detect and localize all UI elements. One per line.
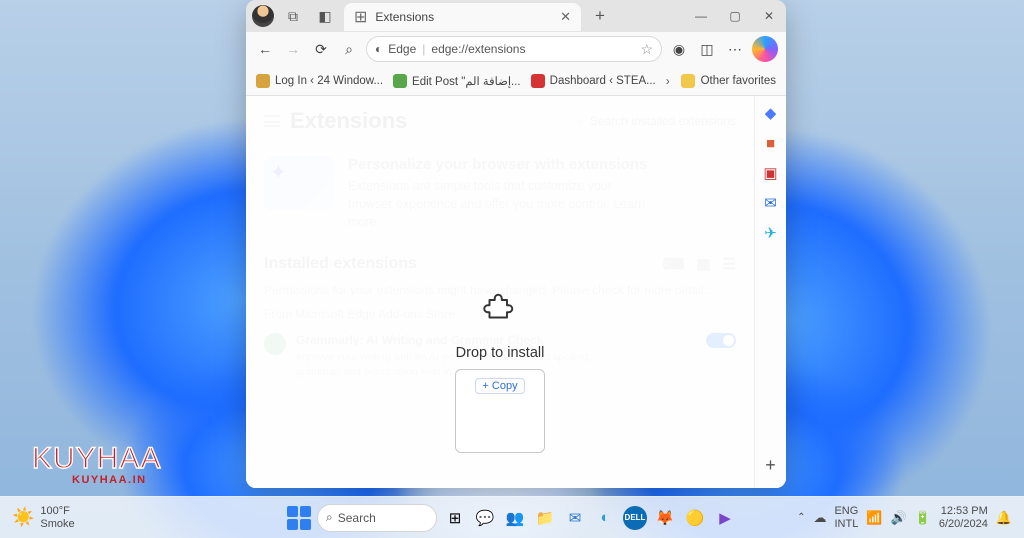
copy-chip[interactable]: + Copy [475,378,524,394]
drop-install-overlay[interactable]: Drop to install + Copy [455,286,545,453]
sidebar-item[interactable]: ◆ [761,104,781,122]
favorite-label: Log In ‹ 24 Window... [275,75,383,87]
battery-icon[interactable]: 🔋 [915,510,931,526]
chrome-icon[interactable]: 🟡 [683,506,707,530]
time: 12:53 PM [941,505,988,517]
language-indicator[interactable]: ENG INTL [834,505,858,529]
sidebar-item[interactable]: ▣ [761,164,781,182]
search-label: Search [338,511,376,525]
sidebar-add-button[interactable]: + [765,455,776,476]
address-engine: Edge [388,42,416,56]
weather-temp: 100°F [40,505,74,518]
firefox-icon[interactable]: 🦊 [653,506,677,530]
navigation-bar: ← → ⟳ ⌕ ◐ Edge | edge://extensions ☆ ◉ ◫… [246,32,786,66]
address-divider: | [422,42,425,56]
favorite-item[interactable]: Log In ‹ 24 Window... [256,74,383,88]
edge-sidebar: ◆ ■ ▣ ✉ ✈ + [754,96,786,488]
profile-avatar[interactable] [252,5,274,27]
window-controls: — ▢ ✕ [684,0,786,32]
tab-extensions[interactable]: ⊞ Extensions ✕ [344,3,581,31]
weather-cond: Smoke [40,518,74,531]
onedrive-icon[interactable]: ☁ [813,510,826,526]
workspaces-icon[interactable]: ⧉ [280,8,306,25]
favicon-icon [256,74,270,88]
search-button[interactable]: ⌕ [338,38,360,60]
watermark-logo: KUYHAA KUYHAA.IN [32,442,161,486]
tab-title: Extensions [375,10,434,24]
date: 6/20/2024 [939,518,988,530]
copilot-icon[interactable] [752,36,778,62]
content-area: Extensions ⌕ Search installed extensions… [246,96,786,488]
puzzle-icon [479,286,521,328]
sidebar-item[interactable]: ■ [761,134,781,152]
watermark-main: KUYHAA [32,442,161,476]
favicon-icon [393,74,407,88]
favorite-star-icon[interactable]: ☆ [640,41,653,58]
other-favorites[interactable]: Other favorites [701,75,776,87]
tray-overflow-icon[interactable]: ⌃ [797,512,805,523]
forward-button: → [282,38,304,60]
taskbar-search[interactable]: ⌕ Search [317,504,437,532]
folder-icon [681,74,695,88]
favorite-item[interactable]: Dashboard ‹ STEA... [531,74,656,88]
lang-line2: INTL [834,518,858,530]
wifi-icon[interactable]: 📶 [866,510,882,526]
weather-icon: ☀️ [12,507,34,528]
drop-target-box[interactable]: + Copy [455,369,545,453]
task-view-icon[interactable]: ⊞ [443,506,467,530]
minimize-button[interactable]: — [684,0,718,32]
search-icon: ⌕ [326,510,333,525]
mail-icon[interactable]: ✉ [563,506,587,530]
maximize-button[interactable]: ▢ [718,0,752,32]
favorite-item[interactable]: Edit Post "إضافة الم... [393,74,521,88]
sidebar-item[interactable]: ✈ [761,224,781,242]
lang-line1: ENG [834,505,858,517]
favorites-overflow-icon[interactable]: › [666,74,670,88]
chat-icon[interactable]: 💬 [473,506,497,530]
new-tab-button[interactable]: + [587,6,613,26]
extensions-page: Extensions ⌕ Search installed extensions… [246,96,754,488]
teams-icon[interactable]: 👥 [503,506,527,530]
tracking-icon[interactable]: ◉ [668,38,690,60]
tab-actions-icon[interactable]: ◧ [312,8,338,25]
refresh-button[interactable]: ⟳ [310,38,332,60]
start-button[interactable] [287,506,311,530]
pinned-app-icon[interactable]: ▶ [713,506,737,530]
address-url: edge://extensions [431,42,525,56]
close-window-button[interactable]: ✕ [752,0,786,32]
edge-icon[interactable]: ◐ [593,506,617,530]
favorites-bar: Log In ‹ 24 Window... Edit Post "إضافة ا… [246,66,786,96]
clock[interactable]: 12:53 PM 6/20/2024 [939,505,988,529]
taskbar-center: ⌕ Search ⊞ 💬 👥 📁 ✉ ◐ DELL 🦊 🟡 ▶ [287,504,737,532]
favorite-label: Dashboard ‹ STEA... [550,75,656,87]
dell-icon[interactable]: DELL [623,506,647,530]
edge-browser-window: ⧉ ◧ ⊞ Extensions ✕ + — ▢ ✕ ← → ⟳ ⌕ ◐ Edg… [246,0,786,488]
split-screen-icon[interactable]: ◫ [696,38,718,60]
volume-icon[interactable]: 🔊 [891,510,907,526]
favicon-icon [531,74,545,88]
favorite-label: Edit Post "إضافة الم... [412,74,521,88]
back-button[interactable]: ← [254,38,276,60]
notifications-icon[interactable]: 🔔 [996,510,1012,526]
address-bar[interactable]: ◐ Edge | edge://extensions ☆ [366,36,662,62]
sidebar-item[interactable]: ✉ [761,194,781,212]
more-menu-icon[interactable]: ⋯ [724,38,746,60]
windows-taskbar: ☀️ 100°F Smoke ⌕ Search ⊞ 💬 👥 📁 ✉ ◐ DELL… [0,496,1024,538]
titlebar: ⧉ ◧ ⊞ Extensions ✕ + — ▢ ✕ [246,0,786,32]
close-tab-icon[interactable]: ✕ [560,9,571,25]
weather-widget[interactable]: ☀️ 100°F Smoke [12,505,75,530]
system-tray: ⌃ ☁ ENG INTL 📶 🔊 🔋 12:53 PM 6/20/2024 🔔 [797,505,1012,529]
tab-favicon: ⊞ [354,7,367,27]
site-identity-icon: ◐ [375,42,382,56]
explorer-icon[interactable]: 📁 [533,506,557,530]
drop-label: Drop to install [455,345,545,361]
